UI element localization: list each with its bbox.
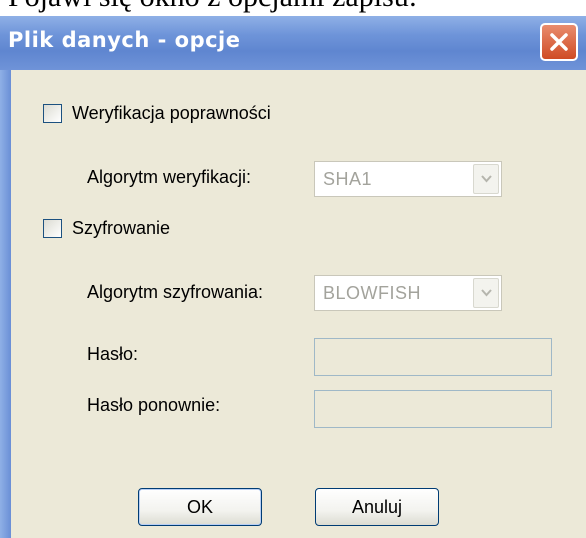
close-x-icon [550,33,568,51]
verification-algorithm-select[interactable]: SHA1 [314,161,502,197]
chevron-down-icon [481,175,492,183]
title-bar[interactable]: Plik danych - opcje [0,16,586,70]
window-frame-left [0,70,11,538]
dialog-content: Weryfikacja poprawności Algorytm weryfik… [11,70,586,538]
password-repeat-label: Hasło ponownie: [87,395,221,415]
cancel-button[interactable]: Anuluj [315,488,439,526]
encryption-checkbox-label[interactable]: Szyfrowanie [72,218,170,239]
password-field[interactable] [314,338,552,376]
verification-checkbox[interactable] [43,104,62,123]
encryption-algorithm-select[interactable]: BLOWFISH [314,275,502,311]
chevron-down-icon [481,289,492,297]
verification-dropdown-button[interactable] [473,164,499,194]
verification-algorithm-label: Algorytm weryfikacji: [87,167,252,187]
verification-algorithm-value: SHA1 [323,169,373,189]
encryption-checkbox[interactable] [43,219,62,238]
caption-label: Pojawi się okno z opcjami zapisu: [8,0,417,15]
encryption-dropdown-button[interactable] [473,278,499,308]
close-button[interactable] [540,23,578,61]
verification-checkbox-label[interactable]: Weryfikacja poprawności [72,103,271,124]
encryption-algorithm-value: BLOWFISH [323,283,422,303]
password-repeat-field[interactable] [314,390,552,428]
password-label: Hasło: [87,344,139,364]
ok-button[interactable]: OK [138,488,262,526]
window-title: Plik danych - opcje [8,28,241,52]
dialog-window: Plik danych - opcje Weryfikacja poprawno… [0,16,586,538]
caption-text: Pojawi się okno z opcjami zapisu: [0,0,586,16]
encryption-algorithm-label: Algorytm szyfrowania: [87,282,264,302]
